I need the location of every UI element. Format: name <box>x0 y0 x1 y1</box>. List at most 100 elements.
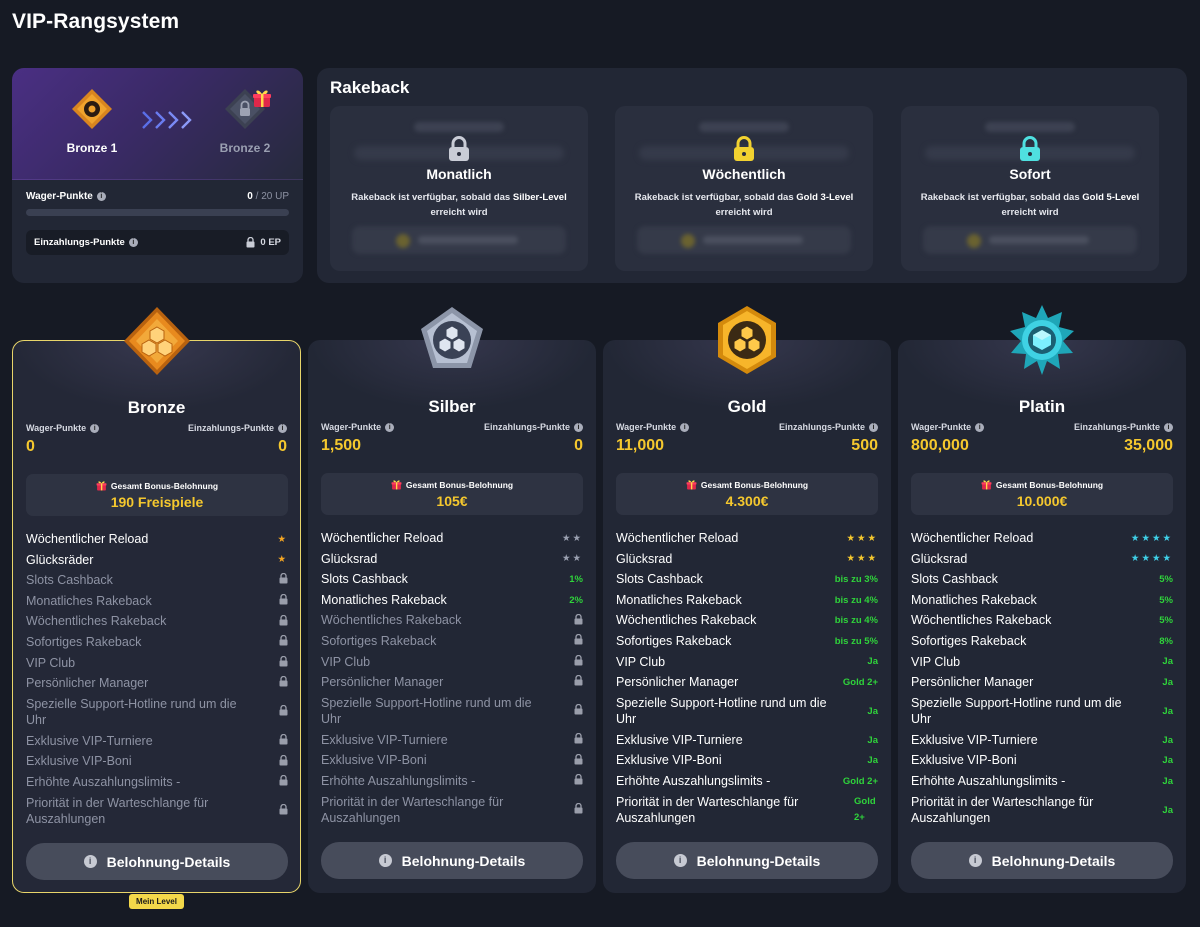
gift-icon <box>391 479 402 490</box>
feature-name: Glücksrad <box>616 551 673 566</box>
tier-name: Bronze <box>127 398 186 417</box>
feature-name: VIP Club <box>321 654 371 669</box>
feature-name: Exklusive VIP-Turniere <box>321 732 448 747</box>
lock-icon <box>574 733 583 747</box>
feature-row: Priorität in der Warteschlange für Ausza… <box>321 792 583 829</box>
info-icon[interactable]: i <box>385 422 395 432</box>
feature-list: Wöchentlicher Reload ★★★★ Glücksrad ★★★★ Slo… <box>911 528 1173 829</box>
wager-points-label: Wager-Punkte i <box>321 422 395 432</box>
info-icon[interactable]: i <box>96 192 106 201</box>
star-rating: ★ <box>277 554 288 566</box>
deposit-points-label: Einzahlungs-Punkte i <box>188 423 287 433</box>
info-icon[interactable]: i <box>128 238 138 247</box>
total-bonus-label: Gesamt Bonus-Belohnung <box>616 479 878 490</box>
feature-name: Monatliches Rakeback <box>26 593 152 608</box>
info-icon[interactable]: i <box>278 423 287 433</box>
total-bonus-value: 10.000€ <box>1016 493 1068 509</box>
rakeback-section: Rakeback Monatlich Rakeback ist verfügbar… <box>317 68 1187 283</box>
feature-row: Priorität in der Warteschlange für Ausza… <box>911 792 1173 829</box>
feature-row: Persönlicher Manager Ja <box>911 672 1173 693</box>
reward-details-button[interactable]: i Belohnung-Details <box>26 843 288 880</box>
lock-icon <box>574 675 583 689</box>
claim-button-disabled <box>637 226 851 254</box>
feature-row: Persönlicher Manager Gold 2+ <box>616 672 878 693</box>
reward-details-button[interactable]: i Belohnung-Details <box>911 842 1173 879</box>
info-icon[interactable]: i <box>869 422 878 432</box>
reward-details-button[interactable]: i Belohnung-Details <box>321 842 583 879</box>
tier-card-silber: Silber Wager-Punkte i Einzahlungs-Punkte i 1,… <box>308 307 596 893</box>
info-icon[interactable]: i <box>1164 422 1173 432</box>
wager-points-value: 11,000 <box>616 437 665 454</box>
feature-name: Priorität in der Warteschlange für Ausza… <box>26 795 209 827</box>
lock-icon <box>279 655 288 670</box>
feature-row: Erhöhte Auszahlungslimits - Gold 2+ <box>616 771 878 792</box>
feature-value: Ja <box>867 656 878 668</box>
feature-name: Glücksrad <box>321 551 378 566</box>
info-icon[interactable]: i <box>975 422 985 432</box>
next-rank-label: Bronze 2 <box>219 141 271 155</box>
feature-name: Erhöhte Auszahlungslimits - <box>321 773 476 788</box>
total-bonus-label: Gesamt Bonus-Belohnung <box>911 479 1173 490</box>
feature-row: Erhöhte Auszahlungslimits - Ja <box>911 771 1173 792</box>
lock-icon <box>574 613 583 628</box>
lock-icon <box>574 803 583 817</box>
feature-value: 8% <box>1159 635 1173 647</box>
feature-name: Priorität in der Warteschlange für Ausza… <box>616 794 799 826</box>
feature-name: Slots Cashback <box>26 573 113 588</box>
feature-value: Ja <box>867 734 878 746</box>
info-icon: i <box>83 855 97 868</box>
star-rating: ★★★★ <box>1130 553 1173 565</box>
deposit-points-label: Einzahlungs-Punkte i <box>779 422 878 432</box>
lock-icon <box>279 804 288 818</box>
reward-details-button[interactable]: i Belohnung-Details <box>616 842 878 879</box>
wager-progress-bar <box>26 209 289 216</box>
feature-name: Wöchentliches Rakeback <box>26 614 167 629</box>
feature-value: Gold 2+ <box>842 775 878 787</box>
gold-tier-icon <box>712 304 782 376</box>
tier-name: Silber <box>428 397 476 416</box>
lock-icon <box>574 753 583 768</box>
rakeback-tile-name: Wöchentlich <box>702 166 786 182</box>
feature-name: Wöchentlicher Reload <box>321 531 444 546</box>
feature-value: 5% <box>1159 615 1173 627</box>
wager-points-value: 0 <box>26 438 35 455</box>
tier-name: Gold <box>727 397 767 416</box>
rank-progress-header: Bronze 1 Bronze 2 <box>12 68 303 180</box>
info-icon[interactable]: i <box>574 422 583 432</box>
reward-details-label: Belohnung-Details <box>991 852 1116 869</box>
feature-row: Sofortiges Rakeback <box>26 632 288 653</box>
info-icon[interactable]: i <box>90 423 100 433</box>
feature-name: Exklusive VIP-Boni <box>321 753 427 768</box>
feature-name: Glücksrad <box>911 551 968 566</box>
feature-row: Spezielle Support-Hotline rund um die Uh… <box>26 694 288 731</box>
feature-name: Sofortiges Rakeback <box>26 635 142 650</box>
feature-name: Monatliches Rakeback <box>911 592 1037 607</box>
tier-name: Platin <box>1018 397 1066 416</box>
deposit-points-value: 0 EP <box>260 237 281 248</box>
feature-value: bis zu 3% <box>834 573 878 585</box>
feature-name: Persönlicher Manager <box>26 676 149 691</box>
reward-details-label: Belohnung-Details <box>401 852 526 869</box>
feature-row: Wöchentlicher Reload ★★★ <box>616 528 878 549</box>
feature-row: Exklusive VIP-Turniere <box>321 730 583 751</box>
total-bonus-value: 4.300€ <box>725 493 769 509</box>
feature-row: Sofortiges Rakeback bis zu 5% <box>616 631 878 652</box>
wager-points-value: 800,000 <box>911 437 969 454</box>
deposit-points-value: 0 <box>574 437 583 454</box>
feature-name: Persönlicher Manager <box>616 675 739 690</box>
feature-row: Erhöhte Auszahlungslimits - <box>321 771 583 792</box>
feature-value: Ja <box>867 705 878 717</box>
blurred-placeholder <box>414 122 504 132</box>
rakeback-tile-name: Sofort <box>1009 166 1051 182</box>
wager-points-label: Wager-Punkte i <box>911 422 985 432</box>
feature-row: Slots Cashback 1% <box>321 569 583 590</box>
feature-list: Wöchentlicher Reload ★ Glücksräder ★ Slots C… <box>26 529 288 830</box>
feature-row: Slots Cashback 5% <box>911 569 1173 590</box>
feature-row: Exklusive VIP-Boni Ja <box>616 750 878 771</box>
feature-name: Wöchentliches Rakeback <box>321 613 462 628</box>
feature-name: Wöchentlicher Reload <box>26 532 149 547</box>
total-bonus-value: 190 Freispiele <box>110 494 204 510</box>
current-rank-label: Bronze 1 <box>66 141 118 155</box>
info-icon[interactable]: i <box>680 422 690 432</box>
lock-icon <box>447 136 471 162</box>
